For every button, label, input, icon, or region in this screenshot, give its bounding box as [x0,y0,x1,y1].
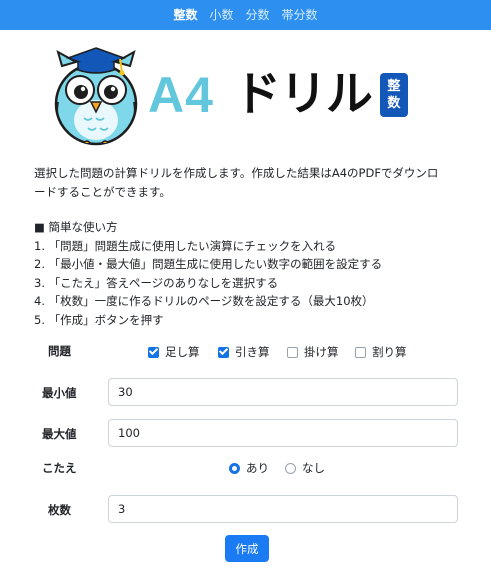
checkbox-unchecked-icon[interactable] [287,346,298,358]
tab-mixed-fraction[interactable]: 帯分数 [282,0,318,30]
answer-label: こたえ [42,461,77,475]
badge-line2: 数 [387,96,401,111]
tab-fraction[interactable]: 分数 [246,0,270,30]
answer-yes-label: あり [246,461,269,475]
sheets-label: 枚数 [48,503,71,517]
answer-no-radio[interactable]: なし [285,460,325,476]
max-label: 最大値 [42,427,77,441]
howto-step: 3. 「こたえ」答えページのありなしを選択する [34,275,279,290]
checkbox-checked-icon[interactable] [218,346,229,358]
min-value-input[interactable] [108,378,458,406]
op-division-checkbox[interactable]: 割り算 [355,344,407,360]
logo-a4: A4 [148,67,214,123]
op-division-label: 割り算 [372,345,407,359]
howto-step: 2. 「最小値・最大値」問題生成に使用したい数字の範囲を設定する [34,257,383,272]
checkbox-checked-icon[interactable] [148,346,159,358]
howto-step: 4. 「枚数」一度に作るドリルのページ数を設定する（最大10枚） [34,294,374,309]
op-subtraction-checkbox[interactable]: 引き算 [218,344,270,360]
logo-wordmark: A4 ドリル 整 数 [148,70,408,120]
problem-label: 問題 [48,344,71,358]
top-nav: 整数 小数 分数 帯分数 [0,0,491,30]
op-addition-label: 足し算 [165,345,200,359]
op-multiplication-checkbox[interactable]: 掛け算 [287,344,339,360]
op-addition-checkbox[interactable]: 足し算 [148,344,200,360]
site-logo: A4 ドリル 整 数 [48,46,448,146]
intro-text: 選択した問題の計算ドリルを作成します。作成した結果はA4のPDFでダウンロ ード… [34,164,464,202]
intro-line1: 選択した問題の計算ドリルを作成します。作成した結果はA4のPDFでダウンロ [34,166,439,180]
howto-title: ■ 簡単な使い方 [34,220,118,234]
howto-step: 5. 「作成」ボタンを押す [34,312,164,327]
tab-decimal[interactable]: 小数 [209,0,233,30]
tab-integer[interactable]: 整数 [173,0,197,30]
howto-steps: 1. 「問題」問題生成に使用したい演算にチェックを入れる 2. 「最小値・最大値… [34,237,382,330]
howto-step: 1. 「問題」問題生成に使用したい演算にチェックを入れる [34,238,337,253]
min-label: 最小値 [42,386,77,400]
radio-unselected-icon[interactable] [285,462,296,474]
badge-line1: 整 [387,79,401,94]
sheets-input[interactable] [108,495,458,523]
radio-selected-icon[interactable] [229,462,240,474]
create-button[interactable]: 作成 [225,535,269,562]
owl-mascot-icon [54,47,138,146]
answer-no-label: なし [302,461,325,475]
checkbox-unchecked-icon[interactable] [355,346,366,358]
howto-section: ■ 簡単な使い方 1. 「問題」問題生成に使用したい演算にチェックを入れる 2.… [34,218,382,330]
intro-line2: ードすることができます。 [34,185,171,199]
logo-badge: 整 数 [379,73,408,117]
max-value-input[interactable] [108,419,458,447]
logo-drill: ドリル [233,67,373,122]
op-multiplication-label: 掛け算 [304,345,339,359]
op-subtraction-label: 引き算 [235,345,270,359]
answer-yes-radio[interactable]: あり [229,460,269,476]
